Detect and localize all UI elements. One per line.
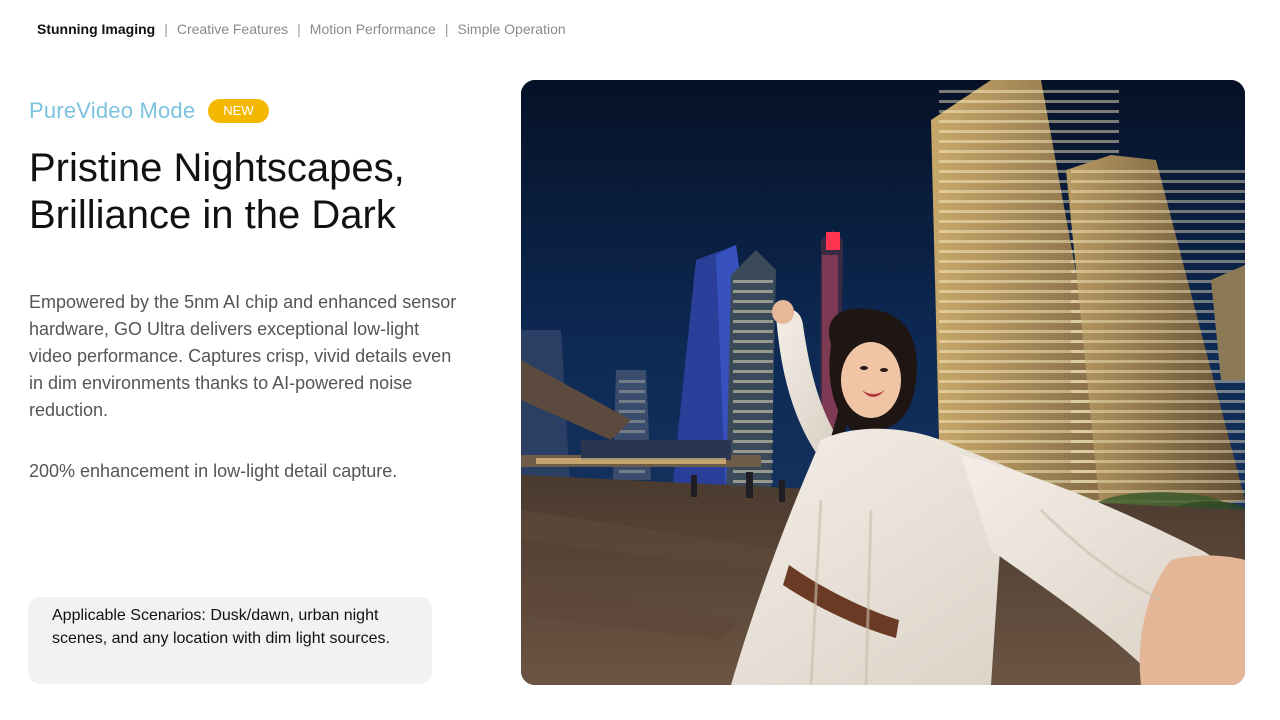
tab-creative-features[interactable]: Creative Features	[177, 19, 288, 39]
hero-image	[521, 80, 1245, 685]
feature-page: Stunning Imaging | Creative Features | M…	[0, 0, 1280, 720]
tab-separator: |	[297, 21, 301, 37]
new-badge: NEW	[208, 99, 269, 123]
headline-line-1: Pristine Nightscapes,	[29, 146, 405, 190]
tab-motion-performance[interactable]: Motion Performance	[310, 19, 436, 39]
feature-highlight: 200% enhancement in low-light detail cap…	[29, 461, 398, 481]
scenario-card: Applicable Scenarios: Dusk/dawn, urban n…	[28, 597, 432, 684]
night-city-selfie-illustration	[521, 80, 1245, 685]
tab-separator: |	[164, 21, 168, 37]
feature-description: Empowered by the 5nm AI chip and enhance…	[29, 292, 457, 420]
headline-line-2: Brilliance in the Dark	[29, 193, 396, 237]
tab-simple-operation[interactable]: Simple Operation	[457, 19, 565, 39]
scenario-text: Applicable Scenarios: Dusk/dawn, urban n…	[52, 607, 390, 647]
mode-header: PureVideo Mode NEW	[29, 98, 269, 124]
tab-separator: |	[444, 21, 449, 37]
feature-tabs: Stunning Imaging | Creative Features | M…	[37, 19, 566, 39]
tab-stunning-imaging[interactable]: Stunning Imaging	[37, 19, 155, 39]
page-title: Pristine Nightscapes, Brilliance in the …	[29, 145, 489, 239]
mode-label: PureVideo Mode	[29, 98, 196, 123]
